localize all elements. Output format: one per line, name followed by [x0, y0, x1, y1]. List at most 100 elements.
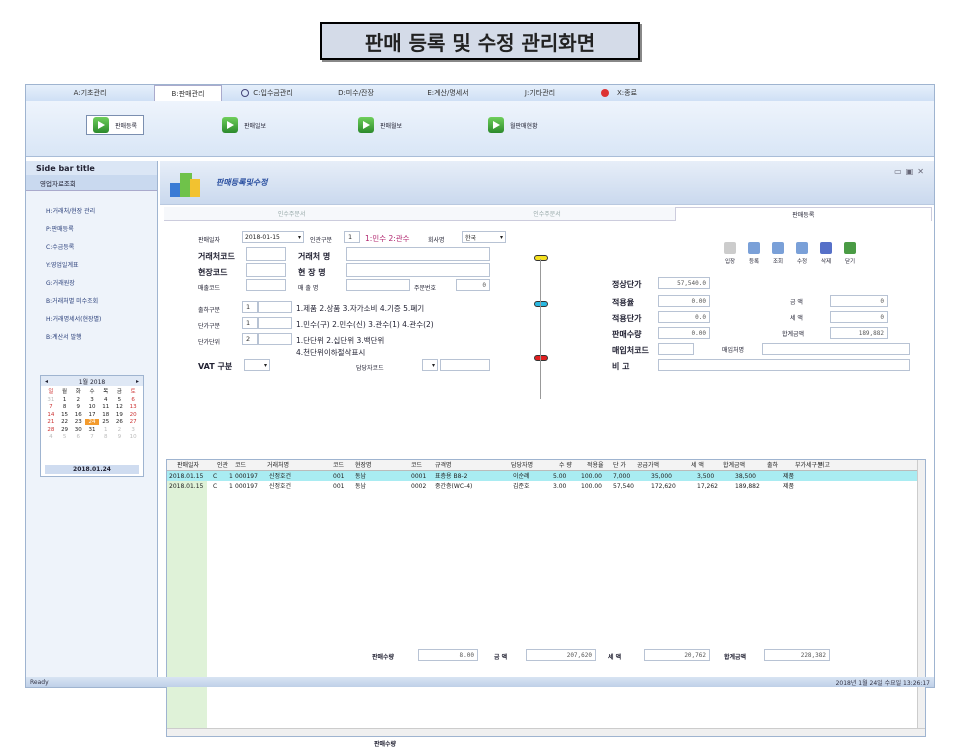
calendar-day[interactable]: 7	[85, 434, 99, 440]
ship-input[interactable]: 1	[242, 301, 258, 313]
menu-receivables[interactable]: D:미수/잔장	[312, 85, 400, 101]
calendar-day[interactable]: 9	[71, 404, 85, 410]
sidebar-item[interactable]: H:거래명세서(현장별)	[46, 309, 157, 327]
calendar-day[interactable]: 5	[113, 397, 127, 403]
calendar-day[interactable]: 28	[44, 427, 58, 433]
calendar-day[interactable]: 19	[113, 412, 127, 418]
calendar-day[interactable]: 23	[71, 419, 85, 425]
sales-name-input[interactable]	[346, 279, 410, 291]
calendar-day[interactable]: 15	[58, 412, 72, 418]
calendar-day[interactable]: 8	[58, 404, 72, 410]
grid-column-header[interactable]: 코드	[235, 460, 246, 471]
calendar-day[interactable]: 7	[44, 404, 58, 410]
grid-column-header[interactable]: 비고	[819, 460, 830, 471]
horizontal-scrollbar[interactable]	[167, 728, 925, 736]
action-register[interactable]: 등록	[744, 239, 764, 267]
action-delete[interactable]: 삭제	[816, 239, 836, 267]
calendar-day[interactable]: 17	[85, 412, 99, 418]
calendar-day[interactable]: 21	[44, 419, 58, 425]
tax-input[interactable]: 0	[830, 311, 888, 323]
buy-name-input[interactable]	[762, 343, 910, 355]
next-month-icon[interactable]: ▸	[136, 378, 139, 385]
calendar-today[interactable]: 2018.01.24	[45, 465, 139, 474]
toolbar-daily-report[interactable]: 판매일보	[222, 115, 266, 135]
calendar-day[interactable]: 10	[126, 434, 140, 440]
vertical-scrollbar[interactable]	[917, 460, 925, 728]
calendar-day[interactable]: 20	[126, 412, 140, 418]
client-code-input[interactable]	[246, 247, 286, 261]
unit-type-name-input[interactable]	[258, 317, 292, 329]
apply-price-input[interactable]: 0.0	[658, 311, 710, 323]
calendar-day[interactable]: 1	[58, 397, 72, 403]
sidebar-item[interactable]: C:수금등록	[46, 237, 157, 255]
calendar-day[interactable]: 6	[126, 397, 140, 403]
calendar-day[interactable]: 2	[113, 427, 127, 433]
tab-order2[interactable]: 인수주문서	[419, 207, 675, 221]
toolbar-monthly-report[interactable]: 판매월보	[358, 115, 402, 135]
action-enter[interactable]: 입장	[720, 239, 740, 267]
sidebar-item[interactable]: P:판매등록	[46, 219, 157, 237]
grid-column-header[interactable]: 판매일자	[177, 460, 199, 471]
calendar-day[interactable]: 31	[85, 427, 99, 433]
window-controls[interactable]: ▭▣✕	[894, 167, 928, 176]
calendar-day[interactable]: 22	[58, 419, 72, 425]
calendar-day[interactable]: 4	[99, 397, 113, 403]
sidebar-item[interactable]: G:거래원장	[46, 273, 157, 291]
calendar-day[interactable]: 13	[126, 404, 140, 410]
sidebar-item[interactable]: B:거래처별 미수조회	[46, 291, 157, 309]
grid-column-header[interactable]: 거래처명	[267, 460, 289, 471]
grid-column-header[interactable]: 담당자명	[511, 460, 533, 471]
calendar-day[interactable]: 10	[85, 404, 99, 410]
site-code-input[interactable]	[246, 263, 286, 277]
note-input[interactable]	[658, 359, 910, 371]
calendar-day[interactable]: 16	[71, 412, 85, 418]
buy-code-input[interactable]	[658, 343, 694, 355]
toolbar-sales-register[interactable]: 판매등록	[86, 115, 145, 135]
sidebar-section[interactable]: 영업자료조회	[26, 175, 157, 191]
calendar-day[interactable]: 5	[58, 434, 72, 440]
grid-column-header[interactable]: 공급가액	[637, 460, 659, 471]
action-edit[interactable]: 수정	[792, 239, 812, 267]
order-no-input[interactable]: 0	[456, 279, 490, 291]
grid-column-header[interactable]: 단 가	[613, 460, 626, 471]
company-select[interactable]: 한국 ▾	[462, 231, 506, 243]
unit-price-name-input[interactable]	[258, 333, 292, 345]
menu-etc[interactable]: J:기타관리	[496, 85, 584, 101]
calendar-day[interactable]: 3	[85, 397, 99, 403]
calendar-day[interactable]: 30	[71, 427, 85, 433]
toolbar-monthly-status[interactable]: 월판매현황	[488, 115, 538, 135]
grid-column-header[interactable]: 규격명	[435, 460, 452, 471]
table-row[interactable]: 2018.01.15 C 1 000197 신정호건 001 동남 0001 표층용 B8-2 이…	[167, 471, 917, 481]
prev-month-icon[interactable]: ◂	[45, 378, 48, 385]
calendar-day[interactable]: 24	[85, 419, 99, 425]
sidebar-item[interactable]: H:거래처/현장 관리	[46, 201, 157, 219]
grid-column-header[interactable]: 적용율	[587, 460, 604, 471]
menu-receipts[interactable]: C:입수금관리	[222, 85, 312, 101]
grid-column-header[interactable]: 수 량	[559, 460, 572, 471]
grid-column-header[interactable]: 코드	[411, 460, 422, 471]
grid-column-header[interactable]: 출하	[767, 460, 778, 471]
menu-sales[interactable]: B:판매관리	[154, 85, 222, 101]
calendar-day[interactable]: 29	[58, 427, 72, 433]
calendar-day[interactable]: 6	[71, 434, 85, 440]
calendar-day[interactable]: 9	[113, 434, 127, 440]
total-input[interactable]: 189,882	[830, 327, 888, 339]
sidebar-item[interactable]: Y:영업일계표	[46, 255, 157, 273]
grid-column-header[interactable]: 현장명	[355, 460, 372, 471]
calendar-day[interactable]: 14	[44, 412, 58, 418]
tab-order1[interactable]: 인수주문서	[164, 207, 420, 221]
grid-column-header[interactable]: 코드	[333, 460, 344, 471]
unit-type-input[interactable]: 1	[242, 317, 258, 329]
ship-name-input[interactable]	[258, 301, 292, 313]
grid-column-header[interactable]: 합계금액	[723, 460, 745, 471]
calendar-day[interactable]: 18	[99, 412, 113, 418]
calendar-day[interactable]: 3	[126, 427, 140, 433]
vat-select[interactable]: ▾	[244, 359, 270, 371]
manager-select[interactable]: ▾	[422, 359, 438, 371]
calendar-day[interactable]: 11	[99, 404, 113, 410]
calendar-day[interactable]: 1	[99, 427, 113, 433]
action-search[interactable]: 조회	[768, 239, 788, 267]
calendar-day[interactable]: 27	[126, 419, 140, 425]
calendar-day[interactable]: 12	[113, 404, 127, 410]
apply-rate-input[interactable]: 0.00	[658, 295, 710, 307]
